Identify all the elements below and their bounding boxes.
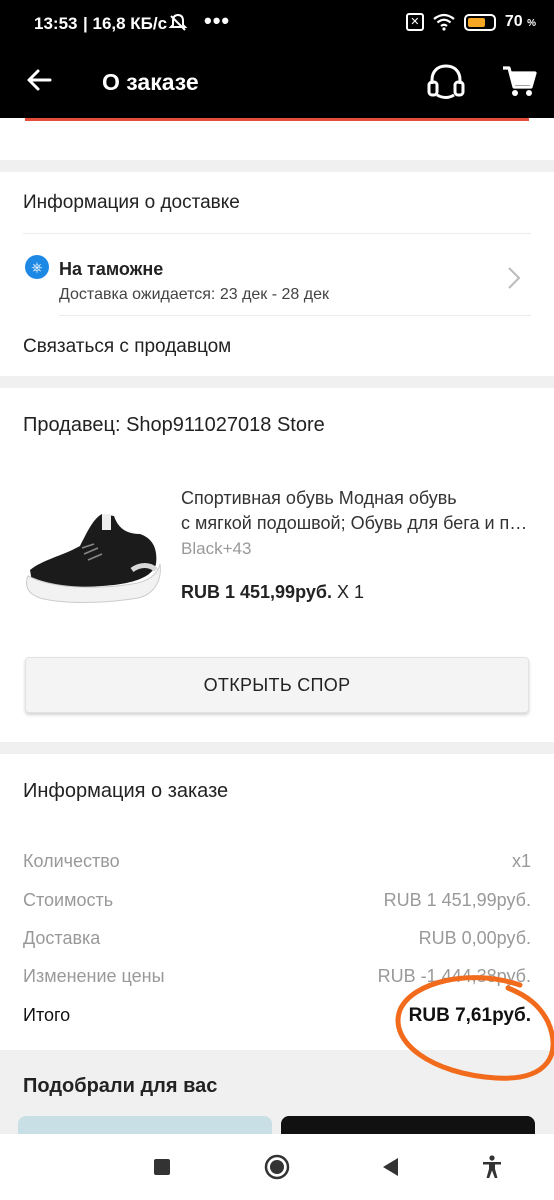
order-row-cost: Стоимость RUB 1 451,99руб. (23, 890, 531, 910)
recommendations-section: Подобрали для вас (0, 1050, 554, 1146)
accessibility-icon[interactable] (479, 1154, 505, 1180)
status-speed: | 16,8 КБ/с (83, 14, 168, 33)
product-image[interactable] (22, 508, 164, 608)
triangle-back-icon[interactable] (378, 1154, 404, 1180)
order-row-price-change: Изменение цены RUB -1 444,38руб. (23, 966, 531, 986)
progress-line (25, 118, 529, 121)
bell-muted-icon (168, 13, 188, 31)
product-quantity: X 1 (331, 582, 364, 602)
divider (59, 315, 531, 316)
app-bar: О заказе (0, 50, 554, 118)
notification-dots: ••• (204, 8, 231, 33)
product-price: RUB 1 451,99руб. X 1 (181, 582, 364, 602)
contact-seller-link[interactable]: Связаться с продавцом (23, 336, 231, 358)
square-icon[interactable] (149, 1154, 175, 1180)
headset-icon[interactable] (424, 62, 468, 102)
wifi-icon (433, 13, 455, 31)
product-variant: Black+43 (181, 539, 252, 558)
delivery-info-section: Информация о доставке ⎈ На таможне Доста… (0, 172, 554, 376)
order-row-quantity: Количество x1 (23, 851, 531, 871)
ship-wheel-icon: ⎈ (25, 255, 49, 279)
order-info-heading: Информация о заказе (23, 780, 229, 802)
order-row-total: Итого RUB 7,61руб. (23, 1005, 531, 1026)
cart-icon[interactable] (500, 62, 538, 100)
seller-section: Продавец: Shop911027018 Store Спортивная… (0, 388, 554, 742)
seller-name[interactable]: Продавец: Shop911027018 Store (23, 414, 325, 437)
no-sim-icon: ✕ (405, 13, 424, 31)
order-total-value: RUB 7,61руб. (408, 1005, 531, 1026)
status-time: 13:53 (34, 14, 78, 33)
delivery-status-title: На таможне (59, 259, 164, 279)
delivery-status-row[interactable]: ⎈ На таможне Доставка ожидается: 23 дек … (0, 234, 554, 316)
open-dispute-button[interactable]: ОТКРЫТЬ СПОР (25, 657, 529, 713)
page-title: О заказе (102, 69, 199, 95)
battery-percent: 70 % (504, 13, 536, 30)
product-title[interactable]: Спортивная обувь Модная обувь с мягкой п… (181, 486, 537, 536)
system-nav-bar (0, 1134, 554, 1200)
order-row-shipping: Доставка RUB 0,00руб. (23, 928, 531, 948)
arrow-left-icon[interactable] (22, 62, 58, 98)
status-bar: 13:53 | 16,8 КБ/с ••• ✕ 70 % (0, 0, 554, 50)
circle-icon[interactable] (264, 1154, 290, 1180)
previous-section (0, 118, 554, 160)
delivery-expected-date: Доставка ожидается: 23 дек - 28 дек (59, 286, 329, 303)
chevron-right-icon (508, 267, 521, 289)
battery-icon (463, 13, 496, 31)
order-info-section: Информация о заказе Количество x1 Стоимо… (0, 754, 554, 1050)
status-right: ✕ 70 % (405, 13, 536, 31)
recommendations-heading: Подобрали для вас (23, 1075, 218, 1097)
delivery-heading: Информация о доставке (23, 192, 240, 213)
